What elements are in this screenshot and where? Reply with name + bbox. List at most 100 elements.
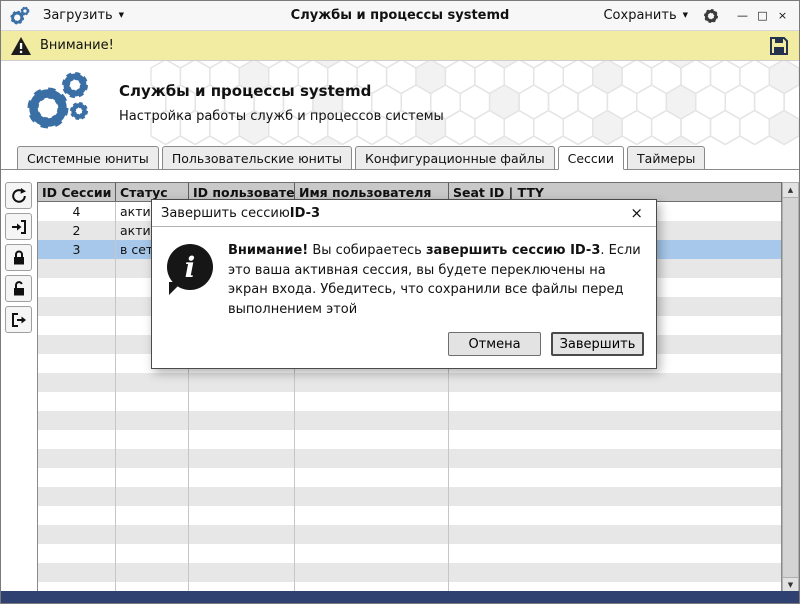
table-cell [38, 430, 116, 449]
scrollbar-thumb[interactable] [783, 198, 798, 577]
table-cell [449, 392, 781, 411]
table-cell [295, 544, 449, 563]
info-icon: i [167, 244, 213, 295]
dialog-body: i Внимание! Вы собираетесь завершить сес… [152, 227, 656, 325]
column-header[interactable]: ID Сессии [38, 183, 116, 201]
close-button[interactable]: × [774, 7, 791, 24]
table-cell [449, 468, 781, 487]
vertical-scrollbar[interactable]: ▲ ▼ [782, 182, 799, 593]
table-cell [449, 430, 781, 449]
save-menu-label: Сохранить [603, 8, 677, 23]
scroll-down-icon[interactable]: ▼ [783, 577, 798, 592]
table-cell [189, 468, 295, 487]
table-cell [295, 430, 449, 449]
app-gears-icon[interactable] [9, 5, 31, 27]
lock-icon [13, 250, 24, 264]
warning-triangle-icon [10, 36, 32, 56]
table-row[interactable] [38, 373, 781, 392]
table-row[interactable] [38, 449, 781, 468]
table-cell [38, 316, 116, 335]
maximize-button[interactable]: □ [754, 7, 771, 24]
table-cell [38, 354, 116, 373]
warning-bar: Внимание! [1, 31, 799, 61]
table-cell [189, 563, 295, 582]
settings-gear-icon[interactable] [702, 7, 720, 25]
table-cell [449, 544, 781, 563]
scrollbar-track[interactable] [783, 198, 798, 577]
table-cell [449, 506, 781, 525]
app-window: Загрузить ▼ Службы и процессы systemd Со… [0, 0, 800, 604]
table-cell [189, 506, 295, 525]
logout-icon [11, 312, 26, 327]
table-cell [189, 544, 295, 563]
table-cell [38, 392, 116, 411]
terminate-session-dialog: Завершить сессию ID-3 × i Внимание! Вы с… [151, 199, 657, 369]
table-cell [38, 411, 116, 430]
tab-bar: Системные юниты Пользовательские юниты Кон… [1, 145, 799, 170]
table-cell [38, 335, 116, 354]
table-row[interactable] [38, 487, 781, 506]
dialog-title-session-id: ID-3 [289, 205, 321, 221]
table-cell [116, 392, 189, 411]
table-row[interactable] [38, 525, 781, 544]
refresh-icon [11, 187, 26, 203]
login-session-button[interactable] [5, 213, 32, 240]
table-cell [116, 430, 189, 449]
table-row[interactable] [38, 430, 781, 449]
table-row[interactable] [38, 506, 781, 525]
table-cell [295, 411, 449, 430]
tab-4[interactable]: Сессии [557, 146, 625, 170]
table-cell [295, 392, 449, 411]
table-row[interactable] [38, 544, 781, 563]
warning-label: Внимание! [40, 38, 114, 53]
table-cell [38, 468, 116, 487]
message-segment: Вы собираетесь [308, 243, 426, 258]
table-cell [295, 449, 449, 468]
save-disk-icon[interactable] [768, 35, 790, 57]
table-cell: 2 [38, 221, 116, 240]
table-cell [449, 373, 781, 392]
refresh-button[interactable] [5, 182, 32, 209]
chevron-down-icon: ▼ [118, 11, 125, 19]
table-cell [38, 544, 116, 563]
table-cell [116, 373, 189, 392]
login-icon [11, 219, 26, 234]
table-cell [116, 449, 189, 468]
table-cell [295, 468, 449, 487]
unlock-session-button[interactable] [5, 275, 32, 302]
app-logo-gears-icon [17, 70, 99, 136]
table-row[interactable] [38, 411, 781, 430]
terminate-session-button[interactable] [5, 306, 32, 333]
table-cell [38, 506, 116, 525]
lock-session-button[interactable] [5, 244, 32, 271]
table-cell [189, 373, 295, 392]
page-subtitle: Настройка работы служб и процессов систе… [119, 109, 444, 124]
dialog-title: Завершить сессию [161, 205, 290, 221]
dialog-close-icon[interactable]: × [626, 204, 647, 222]
table-cell [38, 259, 116, 278]
table-cell: 4 [38, 202, 116, 221]
table-row[interactable] [38, 468, 781, 487]
titlebar: Загрузить ▼ Службы и процессы systemd Со… [1, 1, 799, 31]
table-cell [116, 468, 189, 487]
tab-2[interactable]: Пользовательские юниты [161, 146, 353, 170]
page-title: Службы и процессы systemd [119, 82, 372, 100]
table-row[interactable] [38, 392, 781, 411]
cancel-button[interactable]: Отмена [448, 332, 541, 356]
minimize-button[interactable]: — [734, 7, 751, 24]
tab-1[interactable]: Системные юниты [17, 146, 159, 170]
save-menu-button[interactable]: Сохранить ▼ [597, 5, 694, 26]
table-cell [116, 525, 189, 544]
table-cell [449, 563, 781, 582]
load-menu-button[interactable]: Загрузить ▼ [37, 5, 130, 26]
unlock-icon [13, 280, 24, 295]
tab-5[interactable]: Таймеры [627, 146, 706, 170]
tab-3[interactable]: Конфигурационные файлы [355, 146, 555, 170]
confirm-terminate-button[interactable]: Завершить [551, 332, 644, 356]
table-cell [295, 563, 449, 582]
scroll-up-icon[interactable]: ▲ [783, 183, 798, 198]
table-cell [189, 525, 295, 544]
table-row[interactable] [38, 563, 781, 582]
table-cell [449, 411, 781, 430]
table-cell [189, 430, 295, 449]
